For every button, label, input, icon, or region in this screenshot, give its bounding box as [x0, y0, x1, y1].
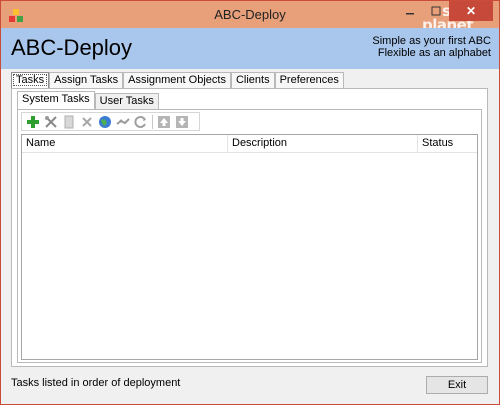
move-up-button[interactable] — [155, 114, 173, 130]
tasks-grid[interactable]: Name Description Status — [21, 134, 478, 360]
tagline: Simple as your first ABC Flexible as an … — [372, 35, 491, 59]
task-toolbar — [21, 112, 200, 131]
app-name: ABC-Deploy — [11, 35, 133, 60]
move-up-icon — [158, 115, 170, 128]
tab-assign-tasks[interactable]: Assign Tasks — [49, 72, 124, 88]
web-task-button[interactable] — [96, 114, 114, 130]
toolbar-separator — [152, 114, 153, 129]
copy-task-button[interactable] — [60, 114, 78, 130]
header-banner: ABC-Deploy Simple as your first ABC Flex… — [1, 28, 499, 69]
minimize-button[interactable] — [397, 1, 423, 21]
minimize-icon — [406, 13, 414, 15]
column-header-description[interactable]: Description — [228, 135, 418, 152]
window-controls: ✕ — [397, 1, 493, 21]
tab-assignment-objects[interactable]: Assignment Objects — [123, 72, 231, 88]
tab-system-tasks[interactable]: System Tasks — [17, 91, 95, 109]
edit-task-button[interactable] — [42, 114, 60, 130]
move-down-icon — [176, 115, 188, 128]
grid-header: Name Description Status — [22, 135, 477, 153]
main-window: ABC-Deploy soft planet ✕ ABC-Deploy Simp… — [0, 0, 500, 405]
column-header-status[interactable]: Status — [418, 135, 477, 152]
exit-button[interactable]: Exit — [426, 376, 488, 394]
delete-icon — [82, 116, 92, 127]
tab-preferences[interactable]: Preferences — [274, 72, 344, 88]
globe-icon — [99, 115, 111, 128]
close-button[interactable]: ✕ — [449, 1, 493, 21]
refresh-icon — [134, 115, 146, 128]
tab-tasks[interactable]: Tasks — [11, 72, 50, 88]
network-task-button[interactable] — [114, 114, 132, 130]
tab-user-tasks[interactable]: User Tasks — [94, 93, 159, 109]
tools-icon — [45, 115, 57, 128]
maximize-icon — [431, 6, 441, 16]
tasks-panel: System Tasks User Tasks Name Description… — [11, 88, 488, 367]
network-icon — [116, 117, 130, 125]
close-icon: ✕ — [465, 4, 477, 18]
tab-clients[interactable]: Clients — [230, 72, 275, 88]
status-text: Tasks listed in order of deployment — [11, 377, 181, 389]
delete-task-button[interactable] — [78, 114, 96, 130]
tagline-line1: Simple as your first ABC — [372, 35, 491, 47]
maximize-button[interactable] — [423, 1, 449, 21]
move-down-button[interactable] — [173, 114, 191, 130]
title-bar[interactable]: ABC-Deploy soft planet ✕ — [1, 1, 499, 33]
add-task-button[interactable] — [24, 114, 42, 130]
main-tabs: Tasks Assign Tasks Assignment Objects Cl… — [11, 72, 344, 89]
refresh-button[interactable] — [132, 114, 150, 130]
task-subtabs: System Tasks User Tasks — [17, 91, 159, 109]
tagline-line2: Flexible as an alphabet — [377, 47, 491, 59]
add-icon — [27, 115, 39, 128]
column-header-name[interactable]: Name — [22, 135, 228, 152]
document-icon — [64, 115, 74, 128]
system-tasks-panel: Name Description Status — [17, 109, 482, 363]
